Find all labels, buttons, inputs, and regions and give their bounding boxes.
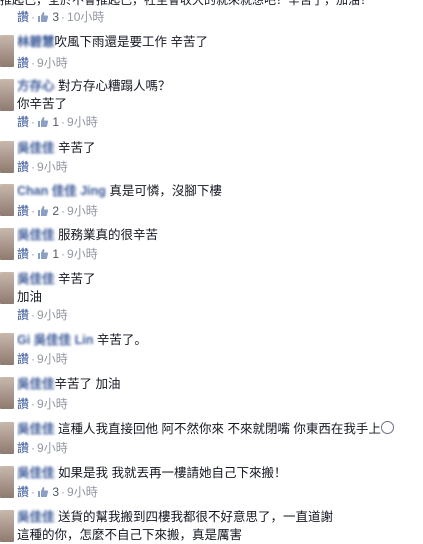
comment-meta: 讚 · 9小時 — [17, 397, 68, 411]
like-count[interactable]: 3 — [37, 10, 59, 24]
comment-text: 真是可憐，沒腳下樓 — [109, 184, 222, 198]
thumbs-up-icon — [37, 205, 49, 221]
timestamp[interactable]: 9小時 — [37, 160, 68, 174]
avatar[interactable] — [0, 466, 14, 498]
like-count[interactable]: 3 — [37, 485, 59, 499]
comment-text: 辛苦了 — [58, 141, 96, 155]
comment-meta: 讚 · 9小時 — [17, 441, 68, 455]
comment-text: 辛苦了 加油 — [54, 377, 121, 391]
commenter-name[interactable]: 吳佳佳 — [17, 510, 55, 524]
comment-meta: 讚 · 9小時 — [17, 56, 68, 70]
comment-text-line2: 你辛苦了 — [17, 97, 68, 111]
comment-text: 辛苦了。 — [96, 333, 147, 347]
comment-text: 吹風下雨還是要工作 辛苦了 — [54, 35, 208, 49]
comment-text: 這種人我直接回他 阿不然你來 不來就閉嘴 你東西在我手上 — [58, 422, 381, 436]
smiley-emoticon-icon — [380, 421, 394, 434]
timestamp[interactable]: 9小時 — [67, 485, 98, 499]
timestamp[interactable]: 9小時 — [37, 56, 68, 70]
commenter-name[interactable]: 方存心 — [17, 79, 55, 93]
like-link[interactable]: 讚 — [17, 397, 29, 411]
comment-meta: 讚 · 2 · 9小時 — [17, 203, 98, 219]
comment-text: 送貨的幫我搬到四樓我都很不好意思了，一直道謝 — [58, 510, 334, 524]
like-count[interactable]: 1 — [37, 247, 59, 261]
like-link[interactable]: 讚 — [17, 10, 29, 24]
like-link[interactable]: 讚 — [17, 485, 29, 499]
avatar[interactable] — [0, 272, 14, 304]
avatar[interactable] — [0, 228, 14, 260]
comment-meta: 讚 · 9小時 — [17, 308, 68, 322]
commenter-name[interactable]: 吳佳佳 — [17, 272, 55, 286]
comment-text-line2: 這種的你，怎麼不自己下來搬，真是厲害 — [17, 528, 243, 542]
comment-text-line2: 加油 — [17, 290, 43, 304]
like-link[interactable]: 讚 — [17, 352, 29, 366]
comment-text: 如果是我 我就丟再一樓請她自己下來搬！ — [58, 466, 287, 480]
commenter-name[interactable]: 吳佳佳 — [17, 422, 55, 436]
avatar[interactable] — [0, 377, 14, 409]
commenter-name[interactable]: Chan 佳佳 Jing — [17, 184, 106, 198]
comment-meta: 讚 · 3 · 9小時 — [17, 484, 98, 500]
like-link[interactable]: 讚 — [17, 204, 29, 218]
avatar[interactable] — [0, 510, 14, 542]
comment-text: 推起己，全於不會推起己，社至會收大的就來就想吧？辛苦了，加油！ — [0, 0, 373, 7]
timestamp[interactable]: 9小時 — [67, 115, 98, 129]
comment-cut-top: 推起己，全於不會推起己，社至會收大的就來就想吧？辛苦了，加油！ — [0, 0, 423, 9]
thumbs-up-icon — [37, 486, 49, 502]
timestamp[interactable]: 9小時 — [37, 352, 68, 366]
comment-meta: 讚 · 9小時 — [17, 352, 68, 366]
timestamp[interactable]: 9小時 — [67, 204, 98, 218]
like-link[interactable]: 讚 — [17, 441, 29, 455]
commenter-name[interactable]: 林碧慧 — [17, 35, 55, 49]
avatar[interactable] — [0, 141, 14, 173]
avatar[interactable] — [0, 422, 14, 454]
timestamp[interactable]: 10小時 — [67, 10, 104, 24]
commenter-name[interactable]: 吳佳佳 — [17, 141, 55, 155]
thumbs-up-icon — [37, 11, 49, 27]
comment-meta: 讚 · 9小時 — [17, 160, 68, 174]
thumbs-up-icon — [37, 248, 49, 264]
like-count[interactable]: 1 — [37, 115, 59, 129]
like-link[interactable]: 讚 — [17, 115, 29, 129]
like-link[interactable]: 讚 — [17, 308, 29, 322]
avatar[interactable] — [0, 35, 14, 67]
comment-text: 服務業真的很辛苦 — [58, 228, 159, 242]
timestamp[interactable]: 9小時 — [37, 397, 68, 411]
avatar[interactable] — [0, 79, 14, 111]
commenter-name[interactable]: Gi 吳佳佳 Lin — [17, 333, 93, 347]
comment-text: 對方存心糟蹋人嗎？ — [58, 79, 171, 93]
like-link[interactable]: 讚 — [17, 160, 29, 174]
comment-text: 辛苦了 — [58, 272, 96, 286]
comment-meta: 讚 · 1 · 9小時 — [17, 114, 98, 130]
timestamp[interactable]: 9小時 — [67, 247, 98, 261]
like-count[interactable]: 2 — [37, 204, 59, 218]
avatar[interactable] — [0, 333, 14, 365]
like-link[interactable]: 讚 — [17, 247, 29, 261]
commenter-name[interactable]: 吳佳佳 — [17, 466, 55, 480]
comment-meta: 讚 · 1 · 9小時 — [17, 246, 98, 262]
commenter-name[interactable]: 吳佳佳 — [17, 228, 55, 242]
avatar[interactable] — [0, 184, 14, 216]
like-link[interactable]: 讚 — [17, 56, 29, 70]
thumbs-up-icon — [37, 116, 49, 132]
commenter-name[interactable]: 吳佳佳 — [17, 377, 55, 391]
timestamp[interactable]: 9小時 — [37, 308, 68, 322]
comment-meta: 讚 · 3 · 10小時 — [17, 9, 104, 25]
timestamp[interactable]: 9小時 — [37, 441, 68, 455]
